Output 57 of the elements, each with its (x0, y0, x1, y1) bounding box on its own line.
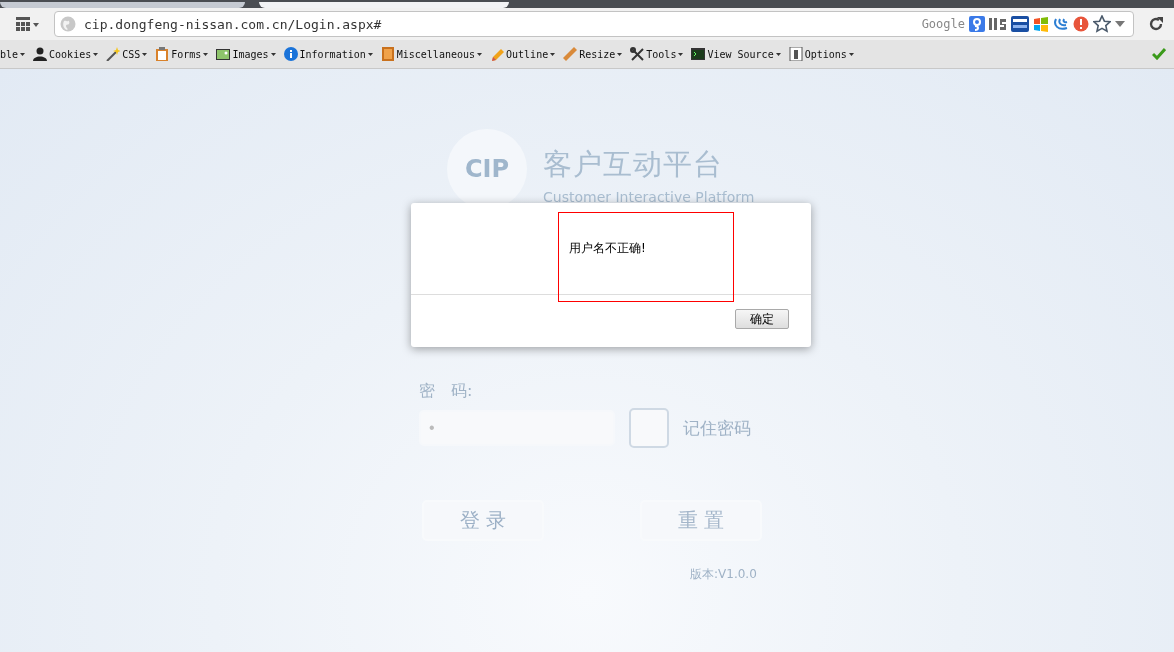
toolbar-menu-button[interactable]: CSS (106, 47, 148, 61)
toolbar-menu-button[interactable]: Cookies (33, 47, 99, 61)
alert-message: 用户名不正确! (569, 241, 646, 255)
book-icon (380, 47, 395, 61)
caret-icon (93, 52, 99, 56)
toolbar-menu-button[interactable]: View Source (691, 47, 781, 61)
caret-icon (678, 52, 684, 56)
star-icon[interactable] (1093, 15, 1111, 33)
terminal-icon (691, 47, 706, 61)
caret-icon (477, 52, 483, 56)
ruler-icon (563, 47, 578, 61)
url-text: cip.dongfeng-nissan.com.cn/Login.aspx# (84, 16, 382, 32)
info-icon (283, 47, 298, 61)
panel-icon (788, 47, 803, 61)
globe-icon (60, 16, 76, 32)
caret-icon (550, 52, 556, 56)
toolbar-menu-button[interactable]: Forms (155, 47, 209, 61)
toolbar-menu-button[interactable]: Options (788, 47, 854, 61)
platform-subtitle: Customer Interactive Platform (543, 189, 755, 205)
version-text: 版本:V1.0.0 (690, 566, 758, 583)
caret-icon (20, 52, 26, 56)
caret-icon (848, 52, 854, 56)
toolbar-menu-button[interactable]: ble (0, 48, 26, 60)
remember-checkbox[interactable] (629, 408, 669, 448)
person-icon (33, 47, 48, 61)
remember-label: 记住密码 (683, 416, 751, 440)
toolbar-menu-button[interactable]: Outline (490, 47, 556, 61)
caret-icon (203, 52, 209, 56)
toolbar-menu-button[interactable]: Miscellaneous (380, 47, 483, 61)
swirl-icon (1053, 16, 1069, 32)
caret-icon[interactable] (1115, 21, 1125, 27)
toolbar-menu-button[interactable]: Tools (630, 47, 684, 61)
wand-icon (106, 47, 121, 61)
search-engine-icon (969, 16, 985, 32)
caret-icon (367, 52, 373, 56)
caret-icon (270, 52, 276, 56)
address-field[interactable]: cip.dongfeng-nissan.com.cn/Login.aspx# Google (54, 11, 1134, 37)
toolbar-menu-button[interactable]: Information (283, 47, 373, 61)
picture-icon (216, 47, 231, 61)
toolbar-menu-button[interactable]: Resize (563, 47, 623, 61)
caret-icon (775, 52, 781, 56)
logo-text: CIP (464, 155, 510, 183)
pencil-icon (490, 47, 505, 61)
clipboard-icon (155, 47, 170, 61)
windows-icon (1033, 16, 1049, 32)
toolbar-menu-button[interactable]: Images (216, 47, 276, 61)
search-engine-label: Google (921, 17, 965, 31)
reload-icon[interactable] (1148, 16, 1164, 32)
caret-icon (617, 52, 623, 56)
alert-icon (1073, 16, 1089, 32)
caret-icon (142, 52, 148, 56)
wrench-icon (630, 47, 645, 61)
platform-title: 客户互动平台 (543, 146, 724, 183)
checkmark-icon (1152, 48, 1166, 60)
password-label: 密 码: (419, 381, 474, 402)
apps-grid-icon[interactable] (16, 17, 40, 31)
ok-button[interactable]: 确定 (735, 309, 789, 329)
